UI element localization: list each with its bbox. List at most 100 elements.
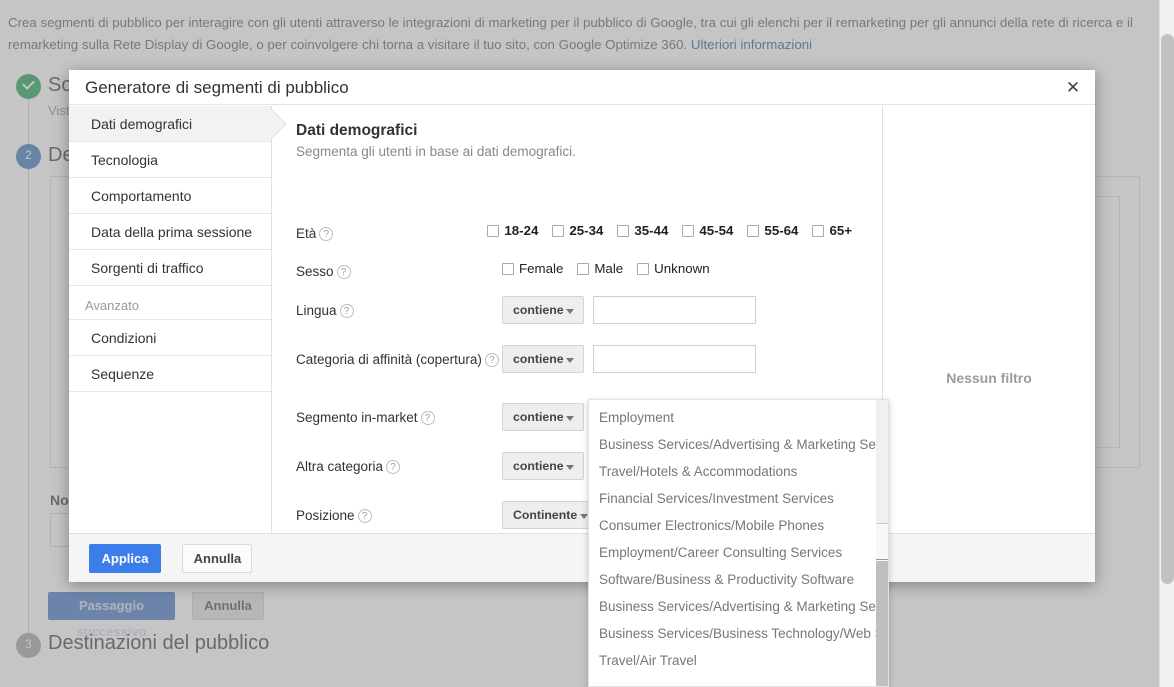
chevron-down-icon — [566, 358, 574, 363]
checkbox-label: Male — [594, 261, 624, 276]
checkbox-box-icon — [502, 263, 514, 275]
row-sesso: Sesso? Female Male Unknown — [296, 257, 866, 281]
chevron-down-icon — [566, 416, 574, 421]
chevron-down-icon — [566, 309, 574, 314]
gender-checkbox-group: Female Male Unknown — [502, 257, 724, 276]
apply-button[interactable]: Applica — [89, 544, 161, 573]
section-title: Dati demografici — [296, 122, 418, 139]
help-icon[interactable]: ? — [484, 353, 499, 367]
filter-preview-panel: Nessun filtro — [883, 106, 1095, 533]
row-label-segmento-in-market: Segmento in-market? — [296, 403, 502, 427]
label-text: Lingua — [296, 303, 337, 318]
select-value: contiene — [513, 303, 564, 317]
checkbox-age-35-44[interactable]: 35-44 — [617, 223, 668, 238]
autocomplete-option[interactable]: Travel/Air Travel — [589, 647, 888, 674]
label-text: Categoria di affinità (copertura) — [296, 352, 482, 367]
checkbox-label: 55-64 — [764, 223, 799, 238]
chevron-down-icon — [580, 514, 588, 519]
help-icon[interactable]: ? — [339, 304, 354, 318]
no-filter-message: Nessun filtro — [946, 370, 1032, 386]
row-eta: Età? 18-24 25-34 35-44 45-54 55-64 65+ — [296, 219, 866, 243]
sidebar-item-comportamento[interactable]: Comportamento — [69, 178, 271, 214]
close-icon[interactable]: ✕ — [1061, 76, 1085, 100]
checkbox-box-icon — [577, 263, 590, 275]
autocomplete-scrollbar[interactable] — [876, 400, 888, 686]
row-label-eta: Età? — [296, 219, 487, 243]
checkbox-box-icon — [487, 225, 500, 237]
row-label-categoria-affinita: Categoria di affinità (copertura)? — [296, 345, 502, 369]
autocomplete-option[interactable]: Business Services/Advertising & Marketin… — [589, 431, 888, 458]
posizione-operator-select[interactable]: Continente — [502, 501, 598, 529]
checkbox-label: Unknown — [654, 261, 710, 276]
checkbox-box-icon — [637, 263, 650, 275]
help-icon[interactable]: ? — [319, 227, 334, 241]
sidebar-item-data-prima-sessione[interactable]: Data della prima sessione — [69, 214, 271, 250]
checkbox-gender-male[interactable]: Male — [577, 261, 623, 276]
checkbox-gender-female[interactable]: Female — [502, 261, 563, 276]
checkbox-age-55-64[interactable]: 55-64 — [747, 223, 798, 238]
dialog-cancel-button[interactable]: Annulla — [182, 544, 253, 573]
audience-builder-dialog: Generatore di segmenti di pubblico ✕ Dat… — [69, 70, 1095, 582]
sidebar-item-label: Sequenze — [91, 366, 155, 382]
scrollbar-thumb[interactable] — [876, 525, 888, 560]
row-categoria-affinita: Categoria di affinità (copertura)? conti… — [296, 345, 866, 373]
sidebar-group-avanzato: Avanzato — [69, 286, 271, 320]
sidebar-item-label: Tecnologia — [91, 152, 158, 168]
sidebar-item-label: Data della prima sessione — [91, 224, 253, 240]
help-icon[interactable]: ? — [357, 509, 372, 523]
checkbox-label: 65+ — [829, 223, 852, 238]
lingua-operator-select[interactable]: contiene — [502, 296, 584, 324]
help-icon[interactable]: ? — [336, 265, 351, 279]
section-subtitle: Segmenta gli utenti in base ai dati demo… — [296, 144, 576, 159]
scrollbar-segment-bottom — [876, 561, 888, 686]
scrollbar-segment-top — [876, 400, 888, 524]
inmarket-autocomplete-dropdown[interactable]: Employment Business Services/Advertising… — [588, 399, 889, 687]
checkbox-label: 45-54 — [699, 223, 734, 238]
altra-categoria-operator-select[interactable]: contiene — [502, 452, 584, 480]
sidebar-item-sorgenti-di-traffico[interactable]: Sorgenti di traffico — [69, 250, 271, 286]
autocomplete-option[interactable]: Employment/Career Consulting Services — [589, 539, 888, 566]
checkbox-age-45-54[interactable]: 45-54 — [682, 223, 733, 238]
autocomplete-option[interactable]: Business Services/Business Technology/We… — [589, 620, 888, 647]
sidebar-item-label: Sorgenti di traffico — [91, 260, 204, 276]
checkbox-age-25-34[interactable]: 25-34 — [552, 223, 603, 238]
scrollbar-thumb[interactable] — [1161, 34, 1174, 584]
checkbox-label: Female — [519, 261, 564, 276]
autocomplete-option[interactable]: Employment — [589, 404, 888, 431]
row-label-lingua: Lingua? — [296, 296, 502, 320]
checkbox-label: 18-24 — [504, 223, 539, 238]
sidebar-item-label: Condizioni — [91, 330, 157, 346]
dialog-footer: Applica Annulla — [69, 533, 1095, 582]
lingua-value-input[interactable] — [593, 296, 756, 324]
inmarket-operator-select[interactable]: contiene — [502, 403, 584, 431]
help-icon[interactable]: ? — [420, 411, 435, 425]
sidebar-item-label: Comportamento — [91, 188, 192, 204]
sidebar-item-label: Dati demografici — [91, 116, 193, 132]
row-label-posizione: Posizione? — [296, 501, 502, 525]
dialog-sidebar: Dati demografici Tecnologia Comportament… — [69, 106, 272, 533]
autocomplete-option[interactable]: Software/Business & Productivity Softwar… — [589, 566, 888, 593]
checkbox-age-65-plus[interactable]: 65+ — [812, 223, 852, 238]
select-value: Continente — [513, 508, 578, 522]
checkbox-box-icon — [552, 225, 565, 237]
sidebar-item-sequenze[interactable]: Sequenze — [69, 356, 271, 392]
sidebar-item-tecnologia[interactable]: Tecnologia — [69, 142, 271, 178]
affinita-operator-select[interactable]: contiene — [502, 345, 584, 373]
select-value: contiene — [513, 352, 564, 366]
autocomplete-option[interactable]: Business Services/Advertising & Marketin… — [589, 593, 888, 620]
age-checkbox-group: 18-24 25-34 35-44 45-54 55-64 65+ — [487, 219, 866, 238]
sidebar-item-dati-demografici[interactable]: Dati demografici — [69, 106, 271, 142]
browser-vertical-scrollbar[interactable] — [1159, 0, 1174, 687]
sidebar-item-condizioni[interactable]: Condizioni — [69, 320, 271, 356]
autocomplete-option[interactable]: Financial Services/Investment Services — [589, 485, 888, 512]
checkbox-age-18-24[interactable]: 18-24 — [487, 223, 538, 238]
label-text: Segmento in-market — [296, 410, 418, 425]
autocomplete-option[interactable]: Consumer Electronics/Mobile Phones — [589, 512, 888, 539]
label-text: Età — [296, 226, 317, 241]
checkbox-label: 25-34 — [569, 223, 604, 238]
autocomplete-option[interactable]: Travel/Hotels & Accommodations — [589, 458, 888, 485]
checkbox-box-icon — [747, 225, 760, 237]
help-icon[interactable]: ? — [386, 460, 401, 474]
affinita-value-input[interactable] — [593, 345, 756, 373]
checkbox-gender-unknown[interactable]: Unknown — [637, 261, 710, 276]
